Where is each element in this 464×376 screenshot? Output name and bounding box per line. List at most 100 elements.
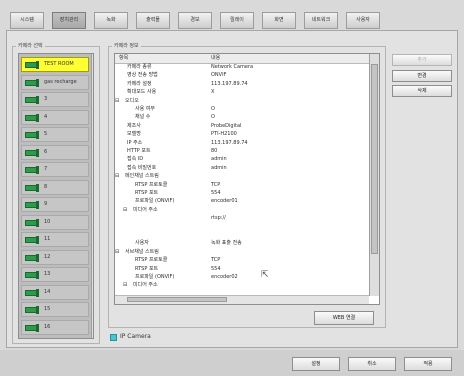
- property-value[interactable]: TCP: [211, 257, 220, 264]
- property-value[interactable]: rtsp://: [211, 215, 226, 222]
- property-value[interactable]: admin: [211, 156, 227, 163]
- property-row[interactable]: ⊟ 미디어 주소: [115, 207, 369, 214]
- properties-scroll-thumb[interactable]: [371, 64, 378, 254]
- property-value[interactable]: 113.197.89.74: [211, 140, 248, 147]
- property-row[interactable]: 채널 수 O: [115, 114, 369, 121]
- property-value[interactable]: TCP: [211, 182, 220, 189]
- camera-list-item[interactable]: 8: [21, 179, 89, 195]
- property-value[interactable]: O: [211, 106, 215, 113]
- apply-button[interactable]: 설정: [292, 357, 340, 371]
- camera-list-item-label: 4: [44, 113, 48, 120]
- properties-horizontal-scrollbar[interactable]: [115, 295, 369, 304]
- camera-icon: [25, 253, 39, 262]
- change-button[interactable]: 변경: [392, 70, 452, 82]
- camera-list-item[interactable]: 3: [21, 92, 89, 107]
- camera-list-item[interactable]: 5: [21, 127, 89, 142]
- tab-user[interactable]: 사용자: [346, 12, 380, 29]
- property-row[interactable]: 카메라 설정 113.197.89.74: [115, 81, 369, 88]
- property-row[interactable]: ⊟ 미디어 주소: [115, 282, 369, 289]
- property-row[interactable]: [115, 224, 369, 231]
- collapse-toggle-icon[interactable]: ⊟: [115, 249, 119, 256]
- camera-list-item-label: 14: [44, 288, 51, 295]
- property-value[interactable]: encoder02: [211, 274, 238, 281]
- property-row[interactable]: ⊟ 서브채널 스트림: [115, 249, 369, 256]
- camera-list-item[interactable]: 13: [21, 267, 89, 282]
- web-connect-button[interactable]: WEB 연결: [314, 311, 374, 325]
- camera-list-item[interactable]: gas recharge: [21, 74, 89, 90]
- property-row[interactable]: 제조사 ProbeDigital: [115, 123, 369, 130]
- property-value[interactable]: 554: [211, 266, 221, 273]
- add-button[interactable]: 추가: [392, 54, 452, 66]
- property-value[interactable]: 554: [211, 190, 221, 197]
- property-row[interactable]: IP 주소 113.197.89.74: [115, 140, 369, 147]
- property-row[interactable]: 사용자 녹화 표출 전송: [115, 240, 369, 247]
- property-row[interactable]: 카메라 종류 Network Camera: [115, 64, 369, 71]
- property-value[interactable]: PTI-H2100: [211, 131, 237, 138]
- property-row[interactable]: 프로파일 (ONVIF) encoder02: [115, 274, 369, 281]
- property-row[interactable]: 확대모드 사용 X: [115, 89, 369, 96]
- ip-camera-label: IP Camera: [120, 333, 151, 340]
- properties-vertical-scrollbar[interactable]: [369, 54, 379, 296]
- tab-alarm[interactable]: 경보: [178, 12, 212, 29]
- property-row[interactable]: 접속 ID admin: [115, 156, 369, 163]
- collapse-toggle-icon[interactable]: ⊟: [115, 98, 119, 105]
- camera-list-item[interactable]: 11: [21, 232, 89, 247]
- camera-list-scrollbar[interactable]: [91, 54, 94, 338]
- property-row[interactable]: 프로파일 (ONVIF) encoder01: [115, 198, 369, 205]
- tab-relay[interactable]: 릴레이: [220, 12, 254, 29]
- property-key: RTSP 포트: [135, 190, 159, 196]
- property-row[interactable]: 접속 비밀번호 admin: [115, 165, 369, 172]
- camera-list-item[interactable]: 6: [21, 144, 89, 160]
- tab-output[interactable]: 출력물: [136, 12, 170, 29]
- camera-list[interactable]: TEST ROOM gas recharge 3 4 5 6 7 8 9 10 11 12 13 14 15…: [18, 53, 94, 339]
- delete-button[interactable]: 삭제: [392, 85, 452, 97]
- tab-display[interactable]: 화면: [262, 12, 296, 29]
- property-row[interactable]: ⊟ 메인채널 스트림: [115, 173, 369, 180]
- camera-list-item[interactable]: 9: [21, 197, 89, 212]
- property-key: 프로파일 (ONVIF): [135, 274, 175, 280]
- property-value[interactable]: 녹화 표출 전송: [211, 240, 242, 247]
- property-value[interactable]: 80: [211, 148, 217, 155]
- collapse-toggle-icon[interactable]: ⊟: [123, 282, 127, 289]
- property-row[interactable]: RTSP 프로토콜 TCP: [115, 257, 369, 264]
- camera-list-item-label: 11: [44, 236, 51, 242]
- property-value[interactable]: ProbeDigital: [211, 123, 241, 130]
- property-row[interactable]: 영상 전송 방법 ONVIF: [115, 72, 369, 79]
- property-value[interactable]: ONVIF: [211, 72, 226, 79]
- property-value[interactable]: encoder01: [211, 198, 238, 205]
- cancel-button[interactable]: 취소: [348, 357, 396, 371]
- property-row[interactable]: 모델명 PTI-H2100: [115, 131, 369, 138]
- property-value[interactable]: O: [211, 114, 215, 121]
- tab-network[interactable]: 네트워크: [304, 12, 338, 29]
- camera-list-item[interactable]: 14: [21, 284, 89, 300]
- property-row[interactable]: ⊟ 오디오: [115, 98, 369, 105]
- tab-recording[interactable]: 녹화: [94, 12, 128, 29]
- property-row[interactable]: RTSP 포트 554: [115, 266, 369, 273]
- ok-button[interactable]: 적용: [404, 357, 452, 371]
- property-row[interactable]: RTSP 포트 554: [115, 190, 369, 197]
- tab-system[interactable]: 시스템: [10, 12, 44, 29]
- property-row[interactable]: RTSP 프로토콜 TCP: [115, 182, 369, 189]
- camera-list-item[interactable]: 12: [21, 249, 89, 265]
- camera-properties-grid[interactable]: 항목 내용 카메라 종류 Network Camera 영상 전송 방법 ONVIF 카…: [114, 53, 380, 305]
- property-row[interactable]: [115, 232, 369, 239]
- property-value[interactable]: X: [211, 89, 214, 96]
- property-row[interactable]: 사용 여부 O: [115, 106, 369, 113]
- camera-list-scroll-thumb[interactable]: [93, 58, 94, 128]
- collapse-toggle-icon[interactable]: ⊟: [115, 173, 119, 180]
- camera-list-item[interactable]: 7: [21, 162, 89, 177]
- property-row[interactable]: HTTP 포트 80: [115, 148, 369, 155]
- property-row[interactable]: rtsp://: [115, 215, 369, 222]
- camera-list-item[interactable]: 4: [21, 109, 89, 125]
- property-value[interactable]: Network Camera: [211, 64, 253, 71]
- collapse-toggle-icon[interactable]: ⊟: [123, 207, 127, 214]
- camera-list-item[interactable]: 16: [21, 319, 89, 335]
- camera-list-item[interactable]: 15: [21, 302, 89, 317]
- camera-list-item[interactable]: 10: [21, 214, 89, 230]
- properties-hscroll-thumb[interactable]: [127, 297, 227, 302]
- tab-device-management[interactable]: 장치관리: [52, 12, 86, 29]
- ip-camera-checkbox[interactable]: [110, 334, 117, 341]
- camera-list-item[interactable]: TEST ROOM: [21, 57, 89, 72]
- property-value[interactable]: admin: [211, 165, 227, 172]
- property-value[interactable]: 113.197.89.74: [211, 81, 248, 88]
